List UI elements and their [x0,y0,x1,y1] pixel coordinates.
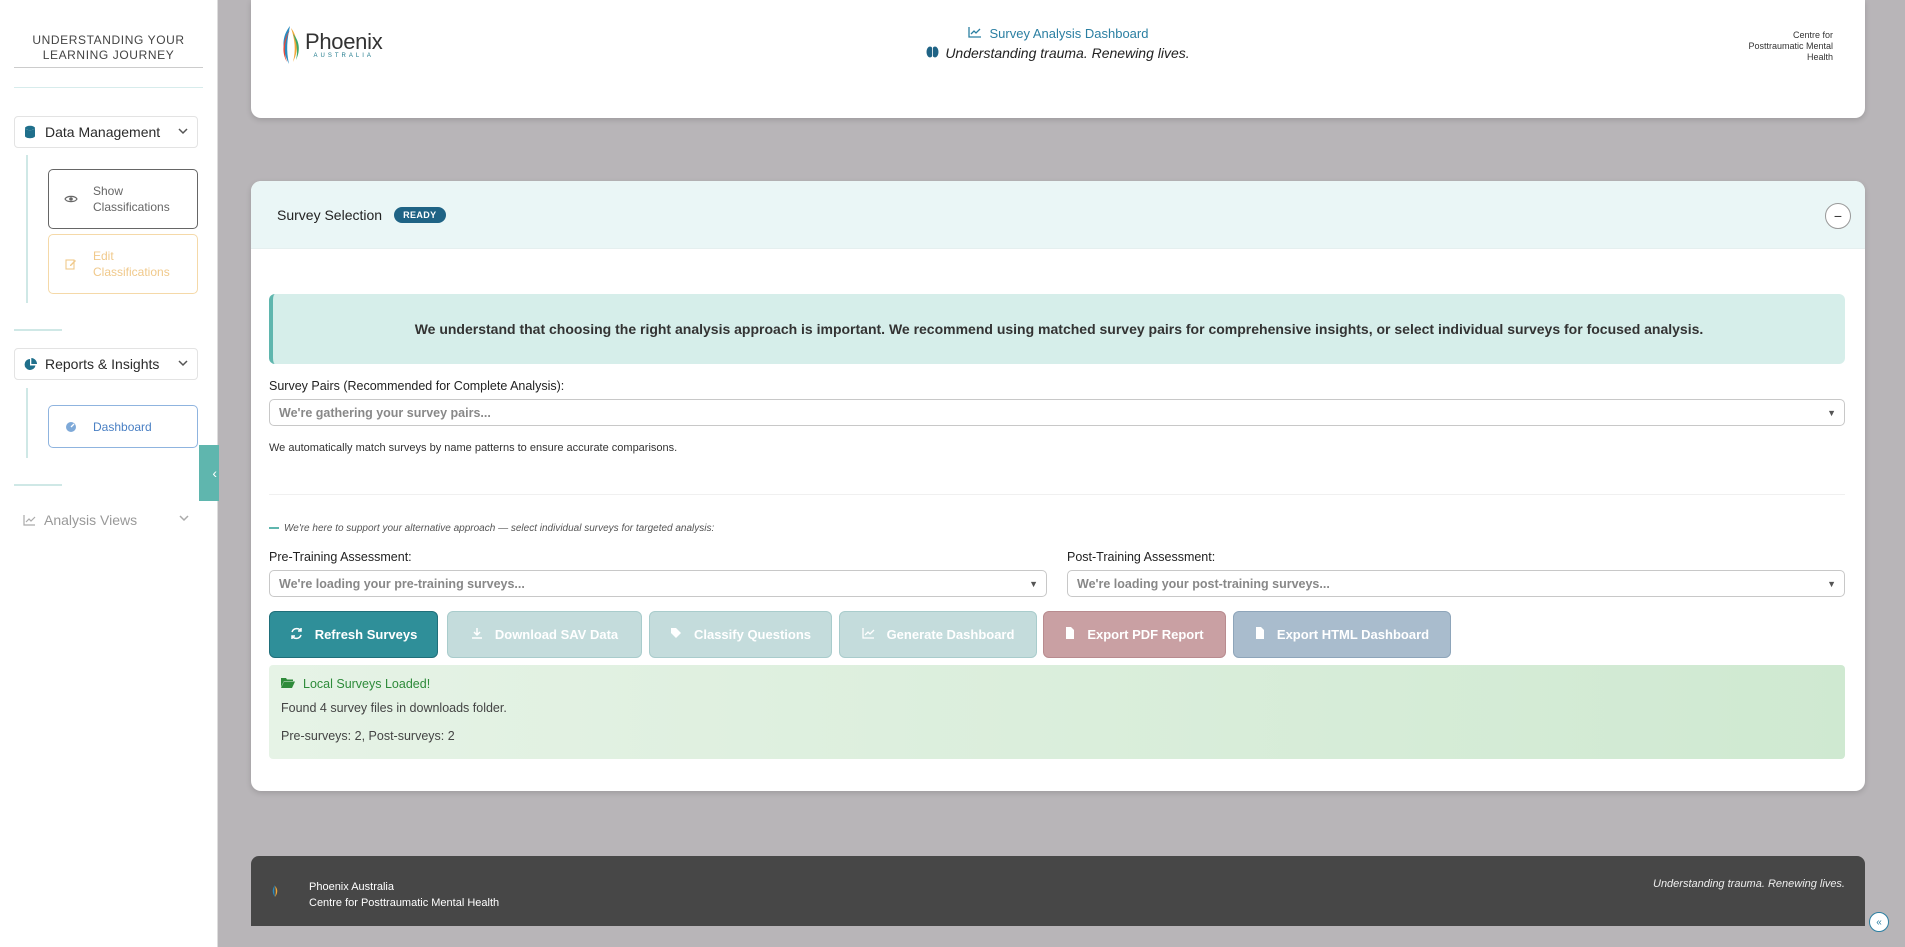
brain-icon [926,45,939,61]
header-center: Survey Analysis Dashboard Understanding … [251,26,1865,61]
org-line1: Centre for [1792,30,1833,40]
info-message-text: We understand that choosing the right an… [414,321,1704,337]
edit-classifications-line2: Classifications [93,265,170,279]
sidebar: UNDERSTANDING YOUR LEARNING JOURNEY Data… [0,0,218,947]
edit-classifications-button[interactable]: Edit Classifications [48,234,198,294]
survey-pairs-select[interactable]: We're gathering your survey pairs... ▼ [269,399,1845,426]
divider [269,494,1845,495]
status-file-count: Found 4 survey files in downloads folder… [281,701,507,715]
edit-classifications-line1: Edit [93,249,114,263]
file-icon [1255,627,1265,642]
survey-selection-header[interactable]: Survey Selection READY − [251,181,1865,249]
export-html-button[interactable]: Export HTML Dashboard [1233,611,1451,658]
chevron-down-icon [178,511,190,527]
generate-dashboard-label: Generate Dashboard [886,627,1015,642]
post-training-select[interactable]: We're loading your post-training surveys… [1067,570,1845,597]
eye-icon [49,194,93,204]
alternative-approach-text: We're here to support your alternative a… [284,523,715,534]
classify-questions-label: Classify Questions [693,627,812,642]
org-line3: Health [1806,52,1833,62]
export-pdf-label: Export PDF Report [1087,627,1204,642]
refresh-surveys-button[interactable]: Refresh Surveys [269,611,438,658]
footer: Phoenix Australia Centre for Posttraumat… [251,856,1865,926]
show-classifications-button[interactable]: Show Classifications [48,169,198,229]
sidebar-title-line2: LEARNING JOURNEY [42,48,175,62]
sidebar-tree-line [26,155,28,303]
download-sav-label: Download SAV Data [494,627,619,642]
status-heading: Local Surveys Loaded! [303,677,431,691]
edit-icon [49,258,93,270]
refresh-surveys-label: Refresh Surveys [314,627,418,642]
folder-open-icon [281,677,295,691]
sidebar-section-label: Reports & Insights [45,356,160,372]
refresh-icon [290,627,303,643]
sidebar-section-analysis-views[interactable]: Analysis Views [14,504,198,536]
footer-org-name: Phoenix Australia [309,881,394,893]
footer-tagline: Understanding trauma. Renewing lives. [1653,878,1845,890]
dashboard-label: Dashboard [93,419,152,434]
sidebar-divider-short [14,484,62,486]
export-html-label: Export HTML Dashboard [1276,627,1430,642]
collapse-panel-button[interactable]: « [1869,912,1889,932]
chevron-down-icon [177,356,189,372]
tag-icon [670,627,682,642]
survey-pairs-placeholder: We're gathering your survey pairs... [279,405,491,420]
sidebar-section-label: Data Management [45,124,161,140]
phoenix-flame-icon [271,884,279,902]
line-chart-icon [14,514,44,526]
chevron-down-icon: ▼ [1827,579,1836,589]
show-classifications-line2: Classifications [93,200,170,214]
status-badge: READY [394,206,446,223]
survey-selection-title: Survey Selection [277,206,383,223]
sidebar-section-data-management[interactable]: Data Management [14,116,198,148]
database-icon [15,125,45,139]
header-tagline: Understanding trauma. Renewing lives. [945,45,1190,61]
sidebar-collapse-tab[interactable]: ‹ [199,445,219,501]
pre-training-label: Pre-Training Assessment: [269,550,412,564]
alternative-approach-note: We're here to support your alternative a… [269,523,714,534]
header: Phoenix AUSTRALIA Survey Analysis Dashbo… [251,0,1865,118]
survey-selection-card: Survey Selection READY − We understand t… [251,181,1865,791]
sidebar-title: UNDERSTANDING YOUR LEARNING JOURNEY [14,0,203,68]
sidebar-divider [14,87,203,88]
classify-questions-button[interactable]: Classify Questions [649,611,832,658]
dashboard-button[interactable]: Dashboard [48,405,198,448]
sidebar-tree-line [26,388,28,458]
header-org-text: Centre for Posttraumatic Mental Health [1743,30,1833,63]
download-icon [471,627,483,642]
pre-training-select[interactable]: We're loading your pre-training surveys.… [269,570,1047,597]
sidebar-section-label: Analysis Views [44,512,138,528]
pie-chart-icon [15,357,45,371]
chevron-down-icon: ▼ [1029,579,1038,589]
org-line2: Posttraumatic Mental [1748,41,1833,51]
generate-dashboard-button[interactable]: Generate Dashboard [839,611,1037,658]
line-chart-icon [967,26,982,41]
footer-org-subtitle: Centre for Posttraumatic Mental Health [309,897,500,909]
dashboard-icon [49,421,93,433]
info-message: We understand that choosing the right an… [269,294,1845,364]
status-message: Local Surveys Loaded! Found 4 survey fil… [269,665,1845,759]
survey-pairs-label: Survey Pairs (Recommended for Complete A… [269,379,565,393]
status-survey-counts: Pre-surveys: 2, Post-surveys: 2 [281,729,455,743]
line-chart-icon [861,627,875,642]
dashboard-title: Survey Analysis Dashboard [989,26,1149,41]
sidebar-section-reports-insights[interactable]: Reports & Insights [14,348,198,380]
chevron-down-icon [177,124,189,140]
download-sav-button[interactable]: Download SAV Data [447,611,642,658]
show-classifications-line1: Show [93,184,124,198]
sidebar-title-line1: UNDERSTANDING YOUR [32,33,185,47]
sidebar-divider-short [14,329,62,331]
post-training-label: Post-Training Assessment: [1067,550,1216,564]
collapse-button[interactable]: − [1825,203,1851,229]
survey-pairs-note: We automatically match surveys by name p… [269,442,678,454]
pdf-file-icon [1065,627,1075,642]
chevron-down-icon: ▼ [1827,408,1836,418]
post-training-placeholder: We're loading your post-training surveys… [1077,576,1330,591]
export-pdf-button[interactable]: Export PDF Report [1043,611,1226,658]
pre-training-placeholder: We're loading your pre-training surveys.… [279,576,525,591]
double-chevron-left-icon: « [1876,916,1882,928]
